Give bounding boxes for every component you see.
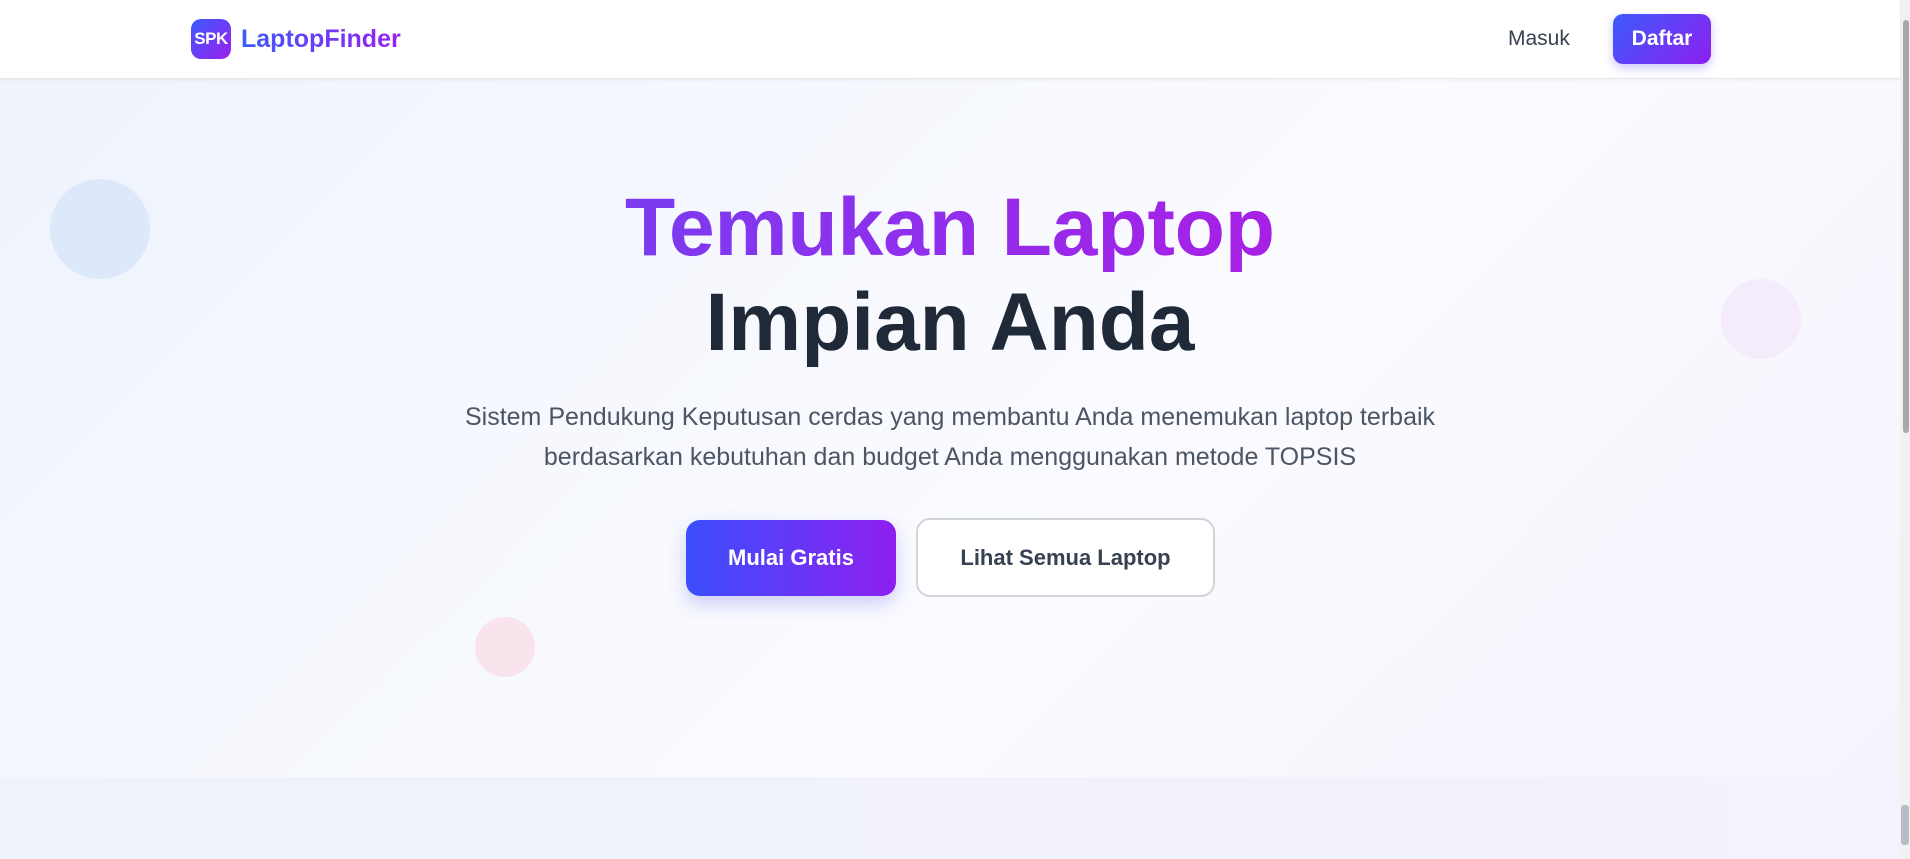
scrollbar-thumb[interactable] [1903,20,1909,433]
login-link[interactable]: Masuk [1508,24,1570,54]
decorative-circle [475,617,535,677]
brand-logo: SPK [191,19,231,59]
top-navbar: SPK LaptopFinder Masuk Daftar [0,0,1900,79]
scrollbar-handle[interactable] [1901,805,1909,845]
brand-name: LaptopFinder [241,24,401,53]
hero-subtitle: Sistem Pendukung Keputusan cerdas yang m… [464,403,1436,471]
hero-headline-gradient: Temukan Laptop [0,181,1900,275]
hero-headline: Impian Anda [705,277,1195,368]
brand-link[interactable]: SPK LaptopFinder [191,19,401,59]
next-section [0,777,1900,859]
register-button[interactable]: Daftar [1613,14,1711,64]
start-free-button[interactable]: Mulai Gratis [686,520,896,596]
hero-section: Temukan Laptop Impian Anda Sistem Penduk… [0,79,1900,777]
view-all-laptops-button[interactable]: Lihat Semua Laptop [916,518,1215,597]
